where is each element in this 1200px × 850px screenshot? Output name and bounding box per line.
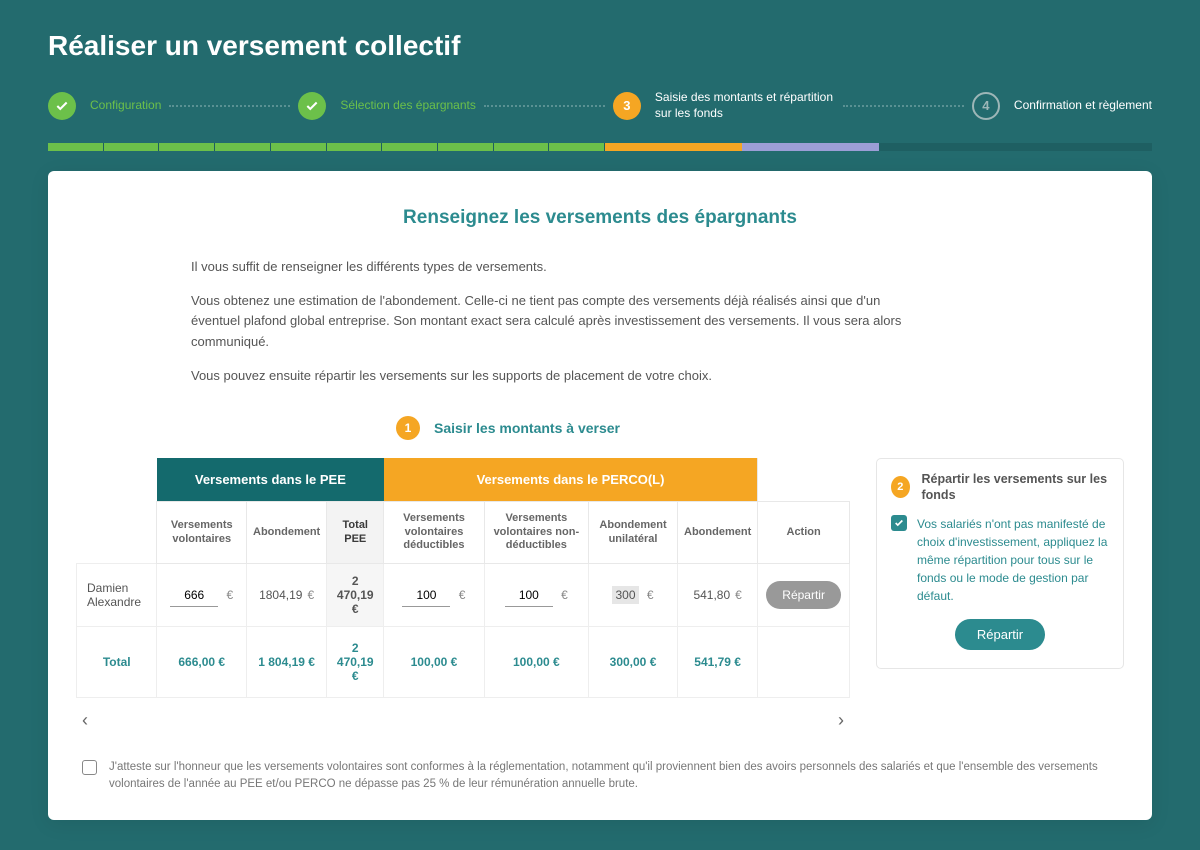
step-4-circle: 4 xyxy=(972,92,1000,120)
substep-2-title: Répartir les versements sur les fonds xyxy=(922,471,1110,504)
input-vvnd[interactable] xyxy=(505,584,553,607)
card-title: Renseignez les versements des épargnants xyxy=(76,207,1124,229)
step-divider xyxy=(484,105,605,107)
total-abond2: 541,79 € xyxy=(678,627,758,698)
th-abond2: Abondement xyxy=(678,501,758,563)
total-abond: 1 804,19 € xyxy=(247,627,327,698)
total-abond-u: 300,00 € xyxy=(589,627,678,698)
main-card: Renseignez les versements des épargnants… xyxy=(48,171,1152,819)
side-panel: 2 Répartir les versements sur les fonds … xyxy=(876,458,1124,670)
row-total-pee: 2 470,19 € xyxy=(327,564,384,627)
currency-label: € xyxy=(459,588,466,602)
repartir-row-button[interactable]: Répartir xyxy=(766,581,841,609)
currency-label: € xyxy=(647,588,654,602)
row-abond: 1804,19€ xyxy=(247,564,327,627)
check-icon xyxy=(55,99,69,113)
scroll-right-icon[interactable]: › xyxy=(838,710,844,731)
table-row: Damien Alexandre € 1804,19€ 2 470,19 € xyxy=(77,564,850,627)
total-vvnd: 100,00 € xyxy=(484,627,588,698)
progress-rail xyxy=(48,143,1152,151)
th-total-pee: Total PEE xyxy=(327,501,384,563)
payments-table: Versements dans le PEE Versements dans l… xyxy=(76,458,850,698)
total-vv: 666,00 € xyxy=(157,627,247,698)
th-group-perco: Versements dans le PERCO(L) xyxy=(384,458,758,502)
step-2-circle xyxy=(298,92,326,120)
side-check-icon[interactable] xyxy=(891,515,907,531)
stepper: Configuration Sélection des épargnants 3… xyxy=(48,90,1152,121)
substep-1-badge: 1 xyxy=(396,416,420,440)
totals-label: Total xyxy=(77,627,157,698)
th-abond-u: Abondement unilatéral xyxy=(589,501,678,563)
total-total-pee: 2 470,19 € xyxy=(327,627,384,698)
row-abond2: 541,80€ xyxy=(678,564,758,627)
input-vvd[interactable] xyxy=(402,584,450,607)
input-abond-u[interactable]: 300 xyxy=(612,586,638,604)
step-4-label: Confirmation et règlement xyxy=(1014,98,1152,114)
step-divider xyxy=(169,105,290,107)
check-icon xyxy=(305,99,319,113)
repartir-all-button[interactable]: Répartir xyxy=(955,619,1045,650)
th-abond: Abondement xyxy=(247,501,327,563)
totals-row: Total 666,00 € 1 804,19 € 2 470,19 € 100… xyxy=(77,627,850,698)
intro-text: Il vous suffit de renseigner les différe… xyxy=(191,257,911,386)
step-1-circle xyxy=(48,92,76,120)
payments-table-area: Versements dans le PEE Versements dans l… xyxy=(76,458,850,731)
currency-label: € xyxy=(227,588,234,602)
attestation-checkbox[interactable] xyxy=(82,760,97,775)
step-divider xyxy=(843,105,964,107)
th-vv: Versements volontaires xyxy=(157,501,247,563)
th-vvnd: Versements volontaires non-déductibles xyxy=(484,501,588,563)
substep-2-badge: 2 xyxy=(891,476,910,498)
attestation-text: J'atteste sur l'honneur que les versemen… xyxy=(109,759,1118,794)
total-vvd: 100,00 € xyxy=(384,627,484,698)
step-3-label: Saisie des montants et répartition sur l… xyxy=(655,90,835,121)
side-text: Vos salariés n'ont pas manifesté de choi… xyxy=(917,515,1109,605)
step-2-label: Sélection des épargnants xyxy=(340,98,475,114)
page-title: Réaliser un versement collectif xyxy=(48,30,1152,62)
scroll-left-icon[interactable]: ‹ xyxy=(82,710,88,731)
currency-label: € xyxy=(561,588,568,602)
th-action: Action xyxy=(758,501,850,563)
step-3-circle: 3 xyxy=(613,92,641,120)
row-name: Damien Alexandre xyxy=(77,564,157,627)
input-vv[interactable] xyxy=(170,584,218,607)
th-group-pee: Versements dans le PEE xyxy=(157,458,384,502)
step-1-label: Configuration xyxy=(90,98,161,114)
th-vvd: Versements volontaires déductibles xyxy=(384,501,484,563)
substep-1-label: Saisir les montants à verser xyxy=(434,420,620,436)
